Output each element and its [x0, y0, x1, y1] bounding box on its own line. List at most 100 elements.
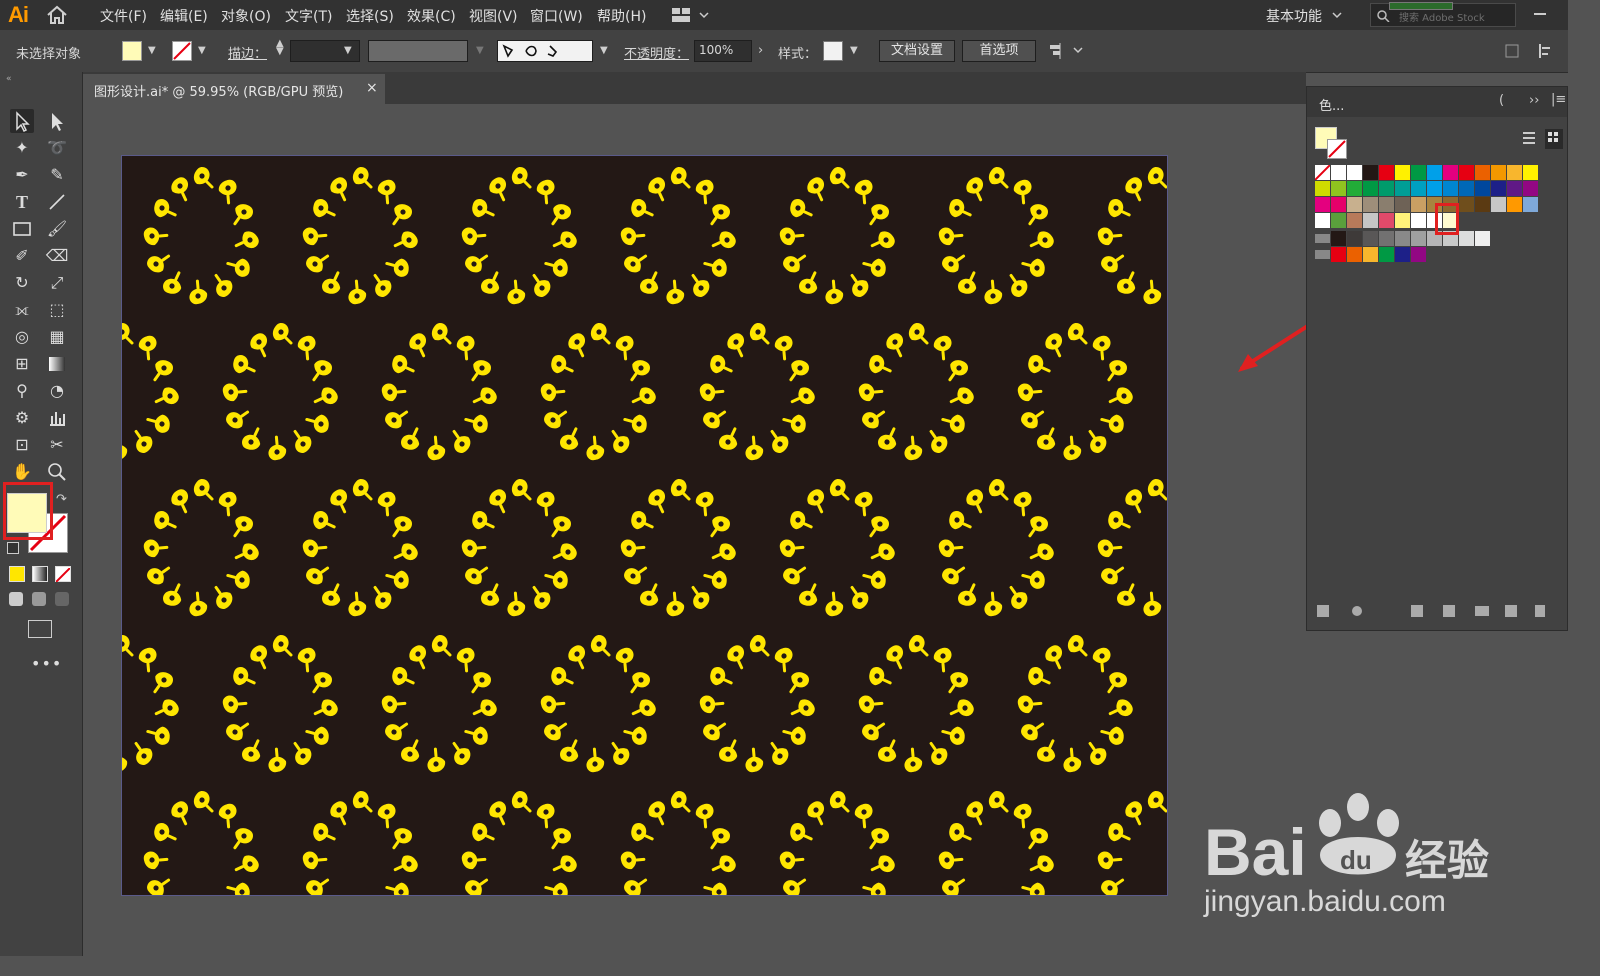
expand-icon[interactable]: ››	[1529, 93, 1539, 108]
color-swatch[interactable]	[1315, 197, 1330, 212]
color-swatch[interactable]	[1427, 165, 1442, 180]
stepper-icon[interactable]: ▲ ▼	[276, 39, 284, 57]
rotate-tool-icon[interactable]: ↻	[10, 271, 34, 295]
chevron-down-icon[interactable]: ▼	[148, 45, 156, 56]
menu-type[interactable]: 文字(T)	[285, 6, 332, 26]
panel-footer-icons[interactable]	[1317, 603, 1557, 619]
color-swatch[interactable]	[1314, 164, 1331, 181]
selection-tool-icon[interactable]	[10, 109, 34, 133]
preferences-button[interactable]: 首选项	[962, 40, 1036, 62]
color-swatch[interactable]	[1347, 181, 1362, 196]
graphic-style-swatch[interactable]	[823, 41, 843, 61]
menu-effect[interactable]: 效果(C)	[407, 6, 456, 26]
color-swatch[interactable]	[1379, 213, 1394, 228]
color-swatch[interactable]	[1331, 247, 1346, 262]
color-swatch[interactable]	[1347, 165, 1362, 180]
color-swatch[interactable]	[1475, 197, 1490, 212]
color-swatch[interactable]	[1411, 165, 1426, 180]
swatch-group-folder-icon[interactable]	[1315, 234, 1330, 243]
collapse-icon[interactable]: (	[1499, 93, 1504, 108]
minimize-icon[interactable]	[1534, 13, 1546, 15]
color-swatch[interactable]	[1395, 213, 1410, 228]
graph-tool-icon[interactable]	[45, 406, 69, 430]
color-swatch[interactable]	[1315, 181, 1330, 196]
color-swatch[interactable]	[1379, 247, 1394, 262]
color-mode-button[interactable]	[9, 566, 25, 582]
color-swatch[interactable]	[1363, 181, 1378, 196]
color-swatch[interactable]	[1395, 197, 1410, 212]
color-swatch[interactable]	[1523, 197, 1538, 212]
paintbrush-tool-icon[interactable]: 🖌	[45, 217, 69, 241]
panel-options-icon[interactable]	[1504, 42, 1554, 60]
color-swatch[interactable]	[1459, 231, 1474, 246]
draw-inside-icon[interactable]	[55, 592, 69, 606]
color-swatch[interactable]	[1491, 165, 1506, 180]
active-stroke-swatch[interactable]	[1327, 139, 1347, 159]
swatch-group-folder-icon[interactable]	[1315, 250, 1330, 259]
menu-select[interactable]: 选择(S)	[346, 6, 394, 26]
pen-tool-icon[interactable]: ✒	[10, 163, 34, 187]
color-swatch[interactable]	[1395, 231, 1410, 246]
color-swatch[interactable]	[1331, 213, 1346, 228]
chevron-down-icon[interactable]	[1332, 12, 1342, 20]
menu-file[interactable]: 文件(F)	[100, 6, 147, 26]
draw-normal-icon[interactable]	[9, 592, 23, 606]
panel-menu-icon[interactable]: |≡	[1551, 92, 1566, 107]
artboard-tool-icon[interactable]: ⊡	[10, 433, 34, 457]
color-swatch[interactable]	[1523, 165, 1538, 180]
line-tool-icon[interactable]	[45, 190, 69, 214]
menu-object[interactable]: 对象(O)	[221, 6, 271, 26]
color-swatch[interactable]	[1411, 231, 1426, 246]
color-swatch[interactable]	[1379, 181, 1394, 196]
menu-help[interactable]: 帮助(H)	[597, 6, 646, 26]
gradient-mode-button[interactable]	[32, 566, 48, 582]
scale-tool-icon[interactable]: ⤢	[45, 271, 69, 295]
color-swatch[interactable]	[1363, 197, 1378, 212]
color-swatch[interactable]	[1427, 181, 1442, 196]
color-swatch[interactable]	[1443, 181, 1458, 196]
symbol-sprayer-tool-icon[interactable]: ⚙	[10, 406, 34, 430]
opacity-field[interactable]: 100%	[694, 40, 752, 62]
search-input[interactable]: 搜索 Adobe Stock	[1399, 9, 1485, 24]
color-swatch[interactable]	[1331, 231, 1346, 246]
variable-width-profile[interactable]	[368, 40, 468, 62]
color-swatch[interactable]	[1331, 181, 1346, 196]
color-swatch[interactable]	[1331, 165, 1346, 180]
view-mode-icons[interactable]	[1519, 129, 1563, 149]
color-swatch[interactable]	[1395, 247, 1410, 262]
color-swatch[interactable]	[1475, 165, 1490, 180]
shape-builder-tool-icon[interactable]: ◎	[10, 325, 34, 349]
more-tools-icon[interactable]: •••	[31, 654, 62, 673]
color-swatch[interactable]	[1363, 231, 1378, 246]
color-swatch[interactable]	[1411, 181, 1426, 196]
stroke-label[interactable]: 描边：	[228, 43, 267, 62]
rectangle-tool-icon[interactable]	[10, 217, 34, 241]
screen-mode-icon[interactable]	[28, 620, 52, 638]
arrange-documents-icon[interactable]	[672, 8, 712, 22]
shaper-tool-icon[interactable]: ✐	[10, 244, 34, 268]
direct-selection-tool-icon[interactable]	[45, 109, 69, 133]
color-swatch[interactable]	[1491, 181, 1506, 196]
color-swatch[interactable]	[1459, 197, 1474, 212]
color-swatch[interactable]	[1331, 197, 1346, 212]
document-setup-button[interactable]: 文档设置	[879, 40, 955, 62]
color-swatch[interactable]	[1443, 165, 1458, 180]
color-swatch[interactable]	[1411, 213, 1426, 228]
magic-wand-tool-icon[interactable]: ✦	[10, 136, 34, 160]
width-tool-icon[interactable]: ⟗	[10, 298, 34, 322]
menu-window[interactable]: 窗口(W)	[530, 6, 583, 26]
menu-edit[interactable]: 编辑(E)	[160, 6, 208, 26]
menu-view[interactable]: 视图(V)	[469, 6, 518, 26]
type-tool-icon[interactable]: T	[10, 190, 34, 214]
color-swatch[interactable]	[1379, 197, 1394, 212]
lasso-tool-icon[interactable]: ➰	[45, 136, 69, 160]
opacity-label[interactable]: 不透明度：	[624, 43, 689, 62]
hand-tool-icon[interactable]: ✋	[10, 460, 34, 484]
none-mode-button[interactable]	[55, 566, 71, 583]
chevron-down-icon[interactable]: ▼	[344, 45, 352, 56]
color-swatch[interactable]	[1507, 197, 1522, 212]
draw-behind-icon[interactable]	[32, 592, 46, 606]
eyedropper-tool-icon[interactable]: ⚲	[10, 379, 34, 403]
brush-definition[interactable]	[497, 40, 593, 62]
color-swatch[interactable]	[1347, 213, 1362, 228]
